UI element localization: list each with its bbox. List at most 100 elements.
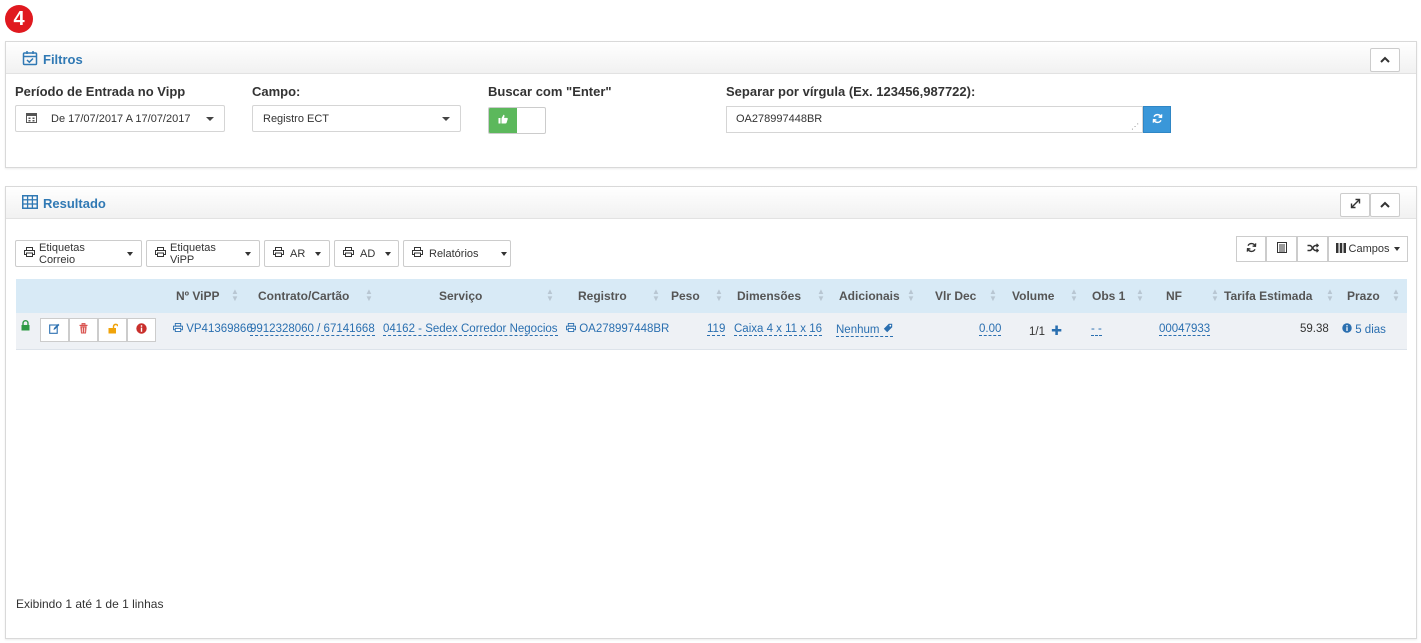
sort-icon[interactable]: ▲ ▼: [1326, 288, 1334, 303]
sort-icon[interactable]: ▲ ▼: [817, 288, 825, 303]
col-prazo[interactable]: Prazo: [1347, 289, 1380, 303]
list-icon: [1276, 242, 1287, 256]
cell-obs1[interactable]: - -: [1091, 323, 1102, 336]
separar-textarea[interactable]: OA278997448BR ⋰: [726, 106, 1143, 133]
cell-prazo[interactable]: 5 dias: [1342, 323, 1386, 336]
campo-value: Registro ECT: [263, 112, 330, 125]
ad-label: AD: [360, 247, 376, 260]
etiquetas-vipp-label: Etiquetas ViPP: [170, 241, 216, 266]
cell-vlr-dec[interactable]: 0.00: [979, 323, 1002, 336]
print-icon: [343, 247, 354, 260]
col-registro[interactable]: Registro: [578, 289, 627, 303]
chevron-up-icon: [1380, 54, 1390, 66]
col-adicionais[interactable]: Adicionais: [839, 289, 900, 303]
resize-grip-icon[interactable]: ⋰: [1131, 122, 1139, 131]
sort-icon[interactable]: ▲ ▼: [715, 288, 723, 303]
buscar-enter-toggle[interactable]: [488, 107, 546, 134]
table-row[interactable]: VP41369866 9912328060 / 67141668 04162 -…: [16, 313, 1407, 350]
col-nf[interactable]: NF: [1166, 289, 1182, 303]
campos-button[interactable]: Campos: [1328, 236, 1408, 262]
col-tarifa[interactable]: Tarifa Estimada: [1224, 289, 1312, 303]
caret-down-icon: [1394, 247, 1401, 251]
print-icon: [273, 247, 284, 260]
sort-icon[interactable]: ▲ ▼: [989, 288, 997, 303]
volume-value: 1/1: [1029, 326, 1045, 338]
unlock-button[interactable]: [98, 318, 127, 342]
cell-adicionais[interactable]: Nenhum: [836, 323, 893, 337]
cell-vipp[interactable]: VP41369866: [173, 323, 253, 335]
campos-label: Campos: [1348, 243, 1390, 255]
pagination-info: Exibindo 1 até 1 de 1 linhas: [16, 597, 164, 611]
result-panel-header: Resultado: [6, 187, 1416, 219]
sort-icon[interactable]: ▲ ▼: [1392, 288, 1400, 303]
caret-down-icon: [315, 251, 322, 256]
print-icon: [173, 323, 186, 335]
toggle-on-segment: [489, 108, 517, 133]
cell-contrato[interactable]: 9912328060 / 67141668: [250, 323, 375, 336]
separar-label: Separar por vírgula (Ex. 123456,987722):: [726, 84, 976, 99]
etiquetas-vipp-button[interactable]: Etiquetas ViPP: [146, 240, 260, 267]
fullscreen-button[interactable]: [1340, 193, 1370, 217]
delete-button[interactable]: [69, 318, 98, 342]
toggle-columns-button[interactable]: [1297, 236, 1328, 262]
col-vlr-dec[interactable]: Vlr Dec: [935, 289, 976, 303]
campo-select[interactable]: Registro ECT: [252, 105, 461, 132]
sort-icon[interactable]: ▲ ▼: [907, 288, 915, 303]
relatorios-button[interactable]: Relatórios: [403, 240, 511, 267]
print-icon: [24, 247, 35, 260]
add-volume-icon[interactable]: ✚: [1051, 323, 1062, 338]
col-contrato[interactable]: Contrato/Cartão: [258, 289, 349, 303]
cell-servico[interactable]: 04162 - Sedex Corredor Negocios: [383, 323, 558, 336]
filters-panel: Filtros Período de Entrada no Vipp De 17…: [5, 41, 1417, 168]
edit-button[interactable]: [40, 318, 69, 342]
unlock-icon: [108, 323, 119, 337]
collapse-result-button[interactable]: [1370, 193, 1400, 217]
info-button[interactable]: [127, 318, 156, 342]
adicionais-value: Nenhum: [836, 324, 880, 336]
ar-button[interactable]: AR: [264, 240, 330, 267]
registro-code: OA278997448BR: [579, 323, 670, 335]
filters-title-text: Filtros: [43, 52, 83, 67]
sort-icon[interactable]: ▲ ▼: [546, 288, 554, 303]
result-panel: Resultado Etiquetas Correio Etiquetas Vi…: [5, 186, 1417, 639]
ar-label: AR: [290, 247, 306, 260]
caret-down-icon: [442, 117, 450, 121]
sort-icon[interactable]: ▲ ▼: [231, 288, 239, 303]
refresh-search-button[interactable]: [1143, 106, 1171, 133]
info-circle-icon: [136, 323, 147, 337]
list-view-button[interactable]: [1266, 236, 1297, 262]
sort-icon[interactable]: ▲ ▼: [652, 288, 660, 303]
cell-nf[interactable]: 00047933: [1159, 323, 1211, 336]
periodo-select[interactable]: De 17/07/2017 A 17/07/2017: [15, 105, 225, 132]
tag-icon: [883, 323, 893, 336]
col-servico[interactable]: Serviço: [439, 289, 482, 303]
col-peso[interactable]: Peso: [671, 289, 700, 303]
calendar-check-icon: [22, 50, 38, 69]
cell-dimensoes[interactable]: Caixa 4 x 11 x 16: [734, 323, 823, 336]
table-icon: [22, 195, 38, 212]
caret-down-icon: [206, 117, 214, 121]
ad-button[interactable]: AD: [334, 240, 399, 267]
cell-registro[interactable]: OA278997448BR: [566, 323, 669, 335]
periodo-label: Período de Entrada no Vipp: [15, 84, 186, 99]
reload-grid-button[interactable]: [1236, 236, 1266, 262]
col-volume[interactable]: Volume: [1012, 289, 1054, 303]
sort-icon[interactable]: ▲ ▼: [1211, 288, 1219, 303]
filters-title: Filtros: [22, 50, 83, 69]
cell-peso[interactable]: 119: [707, 323, 726, 336]
col-obs1[interactable]: Obs 1: [1092, 289, 1125, 303]
cell-volume: 1/1 ✚: [1029, 323, 1062, 339]
col-vipp[interactable]: Nº ViPP: [176, 289, 220, 303]
cell-tarifa: 59.38: [1300, 323, 1329, 335]
refresh-icon: [1152, 112, 1163, 127]
etiquetas-correio-button[interactable]: Etiquetas Correio: [15, 240, 142, 267]
collapse-filters-button[interactable]: [1370, 48, 1400, 72]
sort-icon[interactable]: ▲ ▼: [1136, 288, 1144, 303]
sort-icon[interactable]: ▲ ▼: [365, 288, 373, 303]
col-dimensoes[interactable]: Dimensões: [737, 289, 801, 303]
campo-label: Campo:: [252, 84, 301, 99]
edit-icon: [49, 323, 60, 337]
sort-icon[interactable]: ▲ ▼: [1070, 288, 1078, 303]
prazo-value: 5 dias: [1355, 324, 1386, 336]
separar-value: OA278997448BR: [736, 113, 823, 125]
